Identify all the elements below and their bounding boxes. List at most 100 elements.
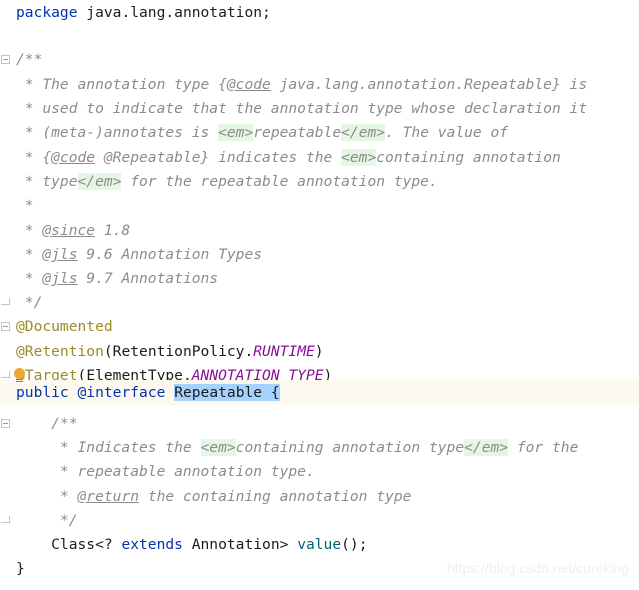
code-token: public [16, 384, 69, 401]
code-line-text: * Indicates the <em>containing annotatio… [0, 435, 578, 460]
code-token: * [16, 488, 78, 505]
code-line[interactable]: */ [0, 508, 639, 533]
code-line-text: public @interface Repeatable { [0, 380, 280, 405]
code-line[interactable]: * The annotation type {@code java.lang.a… [0, 72, 639, 97]
code-token [165, 384, 174, 401]
code-line-text: @Retention(RetentionPolicy.RUNTIME) [0, 339, 324, 364]
code-token: for the repeatable annotation type. [121, 173, 437, 190]
code-line-text: * @return the containing annotation type [0, 484, 411, 509]
code-token: * [16, 197, 34, 214]
code-token: java.lang.annotation; [78, 4, 271, 21]
code-token: /** [16, 415, 78, 432]
code-line[interactable]: /** [0, 47, 639, 72]
code-line[interactable]: @Retention(RetentionPolicy.RUNTIME) [0, 339, 639, 364]
code-token [262, 384, 271, 401]
code-line-text: * used to indicate that the annotation t… [0, 96, 587, 121]
code-line-text: * {@code @Repeatable} indicates the <em>… [0, 145, 561, 170]
code-line[interactable]: * repeatable annotation type. [0, 459, 639, 484]
code-line-text: * [0, 193, 34, 218]
code-token: for the [508, 439, 578, 456]
code-editor[interactable]: package java.lang.annotation; /** * The a… [0, 0, 639, 590]
code-token: containing annotation [376, 149, 561, 166]
code-token: 9.7 Annotations [78, 270, 219, 287]
code-line[interactable]: public @interface Repeatable { [0, 380, 639, 405]
code-line[interactable]: */ [0, 290, 639, 315]
watermark: https://blog.csdn.net/cureking [447, 560, 629, 576]
code-token: @jls [42, 246, 77, 263]
code-token: value [297, 536, 341, 553]
code-line-text: */ [0, 508, 78, 533]
code-token: extends [121, 536, 183, 553]
code-line[interactable]: * {@code @Repeatable} indicates the <em>… [0, 145, 639, 170]
code-token: ( [104, 343, 113, 360]
code-line[interactable]: * Indicates the <em>containing annotatio… [0, 435, 639, 460]
code-token: * repeatable annotation type. [16, 463, 315, 480]
code-token: Class<? [16, 536, 121, 553]
code-token: * used to indicate that the annotation t… [16, 100, 587, 117]
code-token: containing annotation type [236, 439, 464, 456]
code-token: <em> [341, 149, 376, 166]
code-token: @Retention [16, 343, 104, 360]
code-token: * The annotation type { [16, 76, 227, 93]
code-token: (); [341, 536, 367, 553]
code-token: * [16, 246, 42, 263]
code-token: <em> [218, 124, 253, 141]
code-token: @jls [42, 270, 77, 287]
code-line[interactable]: Class<? extends Annotation> value(); [0, 532, 639, 557]
code-token: 9.6 Annotation Types [78, 246, 263, 263]
code-line-text: * (meta-)annotates is <em>repeatable</em… [0, 120, 508, 145]
code-line[interactable]: * @jls 9.7 Annotations [0, 266, 639, 291]
code-token: @Documented [16, 318, 113, 335]
code-token: </em> [464, 439, 508, 456]
code-token: @Repeatable} indicates the [95, 149, 341, 166]
code-line-text: } [0, 556, 25, 581]
code-line-text: package java.lang.annotation; [0, 0, 271, 25]
code-token: the containing annotation type [139, 488, 411, 505]
code-line[interactable]: * [0, 193, 639, 218]
code-token: */ [16, 512, 78, 529]
code-token: } [16, 560, 25, 577]
code-token: @since [42, 222, 95, 239]
code-surface[interactable]: package java.lang.annotation; /** * The a… [0, 0, 639, 590]
code-line[interactable]: * (meta-)annotates is <em>repeatable</em… [0, 120, 639, 145]
code-line[interactable]: * @jls 9.6 Annotation Types [0, 242, 639, 267]
code-token: { [271, 384, 280, 401]
code-line[interactable]: @Documented [0, 314, 639, 339]
code-token: java.lang.annotation.Repeatable} is [271, 76, 587, 93]
code-token: . The value of [385, 124, 508, 141]
code-line-text: */ [0, 290, 42, 315]
code-token: package [16, 4, 78, 21]
code-token: */ [16, 294, 42, 311]
code-line-text: /** [0, 47, 42, 72]
code-line-text: * repeatable annotation type. [0, 459, 315, 484]
code-token: @code [51, 149, 95, 166]
code-token: * [16, 270, 42, 287]
code-token: </em> [341, 124, 385, 141]
code-line[interactable]: * @return the containing annotation type [0, 484, 639, 509]
code-line[interactable]: package java.lang.annotation; [0, 0, 639, 25]
code-token: <em> [201, 439, 236, 456]
code-token: RetentionPolicy. [113, 343, 254, 360]
code-line[interactable]: * @since 1.8 [0, 218, 639, 243]
code-token: </em> [78, 173, 122, 190]
code-line-text: * The annotation type {@code java.lang.a… [0, 72, 587, 97]
code-line-text: @Documented [0, 314, 113, 339]
code-line[interactable]: /** [0, 411, 639, 436]
code-line[interactable]: * used to indicate that the annotation t… [0, 96, 639, 121]
code-token: ) [315, 343, 324, 360]
code-token: RUNTIME [253, 343, 315, 360]
code-line-text: * @jls 9.6 Annotation Types [0, 242, 262, 267]
code-line-text: * @since 1.8 [0, 218, 130, 243]
code-token [69, 384, 78, 401]
code-line-text: * @jls 9.7 Annotations [0, 266, 218, 291]
code-line-text: /** [0, 411, 78, 436]
code-token: * type [16, 173, 78, 190]
code-token: Annotation> [183, 536, 297, 553]
code-token: * (meta-)annotates is [16, 124, 218, 141]
code-token: /** [16, 51, 42, 68]
code-token: repeatable [253, 124, 341, 141]
code-line[interactable]: * type</em> for the repeatable annotatio… [0, 169, 639, 194]
code-token: @code [227, 76, 271, 93]
lightbulb-intention-icon[interactable] [13, 368, 26, 383]
code-token: 1.8 [95, 222, 130, 239]
